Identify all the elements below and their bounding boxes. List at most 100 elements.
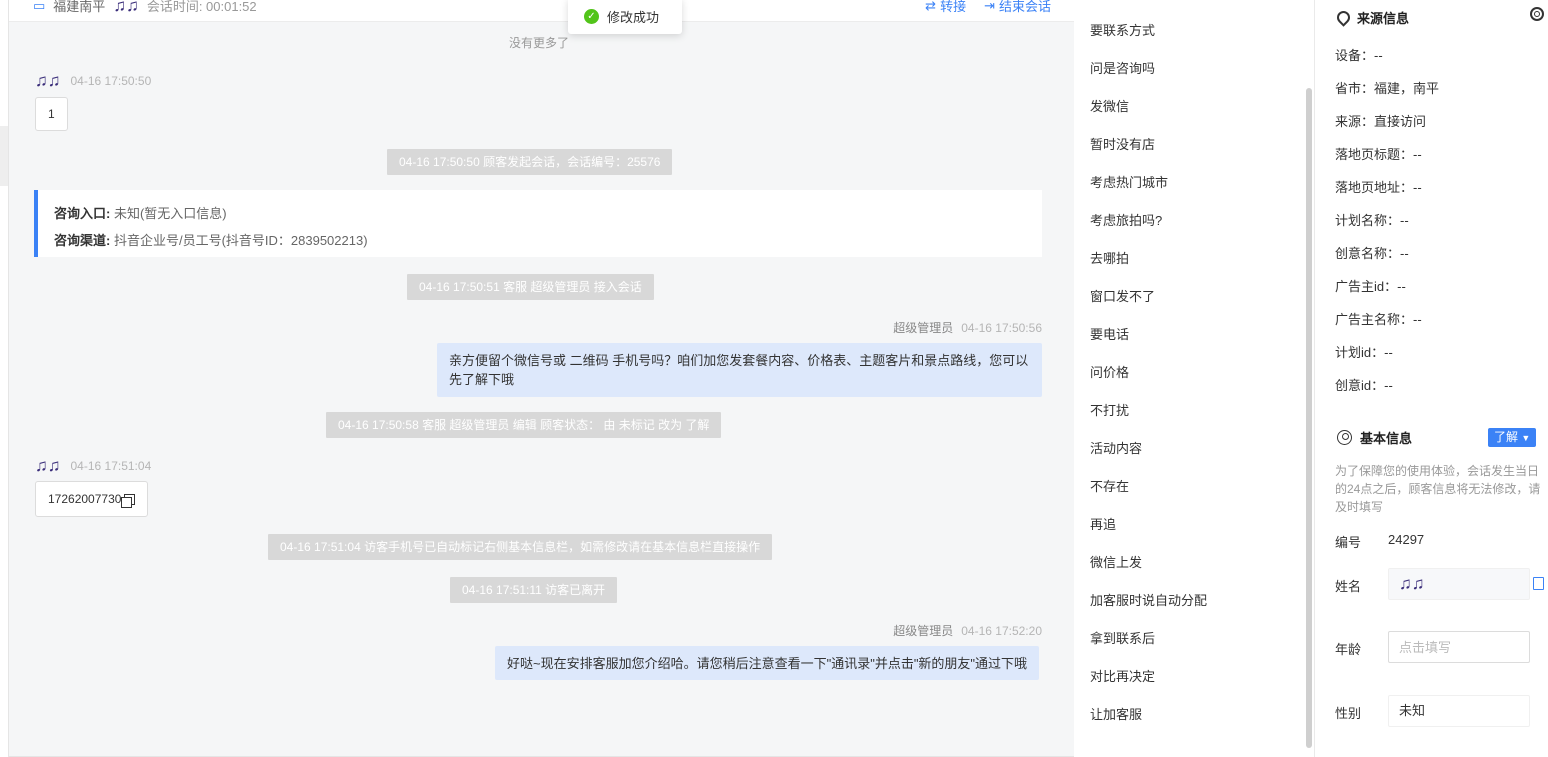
quick-phrase-item[interactable]: 发微信: [1090, 88, 1207, 126]
chat-header: ▭ 福建南平 ♫♫ 会话时间: 00:01:52 ⇄ 转接 ⇥ 结束会话: [9, 0, 1074, 22]
basic-info-header: 基本信息: [1337, 428, 1412, 447]
quick-phrase-item[interactable]: 要联系方式: [1090, 12, 1207, 50]
basic-info-title: 基本信息: [1360, 431, 1413, 446]
agent-message-bubble: 好哒~现在安排客服加您介绍哈。请您稍后注意查看一下"通讯录"并点击"新的朋友"通…: [495, 646, 1040, 680]
edit-deadline-note: 为了保障您的使用体验，会话发生当日的24点之后，顾客信息将无法修改，请及时填写: [1335, 464, 1541, 514]
quick-phrase-item[interactable]: 问价格: [1090, 354, 1207, 392]
monitor-icon: ▭: [33, 0, 46, 13]
quick-phrase-item[interactable]: 问是咨询吗: [1090, 50, 1207, 88]
left-edge-strip: [0, 126, 8, 186]
chat-header-actions: ⇄ 转接 ⇥ 结束会话: [925, 0, 1051, 15]
no-more-hint: 没有更多了: [508, 36, 569, 50]
quick-phrase-item[interactable]: 拿到联系后: [1090, 620, 1207, 658]
system-message: 04-16 17:51:04 访客手机号已自动标记右侧基本信息栏，如需修改请在基…: [268, 534, 773, 560]
client-message-bubble: 1: [35, 97, 68, 131]
quick-phrase-item[interactable]: 再追: [1090, 506, 1207, 544]
source-info-row: 落地页标题：--: [1335, 147, 1422, 162]
source-info-row: 设备：--: [1335, 48, 1383, 63]
source-info-row: 来源：直接访问: [1335, 114, 1427, 129]
agent-message-bubble: 亲方便留个微信号或 二维码 手机号吗？咱们加您发套餐内容、价格表、主题客片和景点…: [437, 343, 1042, 397]
agent-name: 超级管理员: [893, 321, 954, 335]
gender-label: 性别: [1335, 706, 1362, 721]
end-session-button[interactable]: ⇥ 结束会话: [984, 0, 1051, 15]
source-info-row: 创意名称：--: [1335, 246, 1409, 261]
quick-phrase-item[interactable]: 考虑热门城市: [1090, 164, 1207, 202]
chat-header-info: ▭ 福建南平 ♫♫ 会话时间: 00:01:52: [33, 0, 257, 15]
customer-status-dropdown[interactable]: 了解 ▼: [1488, 428, 1537, 447]
source-info-row: 计划名称：--: [1335, 213, 1409, 228]
gender-select[interactable]: 未知: [1388, 695, 1530, 727]
consult-channel-label: 咨询渠道:: [54, 233, 111, 248]
visitor-avatar-icon: ♫♫: [35, 456, 61, 475]
quick-phrase-item[interactable]: 窗口发不了: [1090, 278, 1207, 316]
id-value: 24297: [1388, 532, 1425, 547]
consult-entry-value: 未知(暂无入口信息): [113, 206, 227, 221]
success-toast: ✓ 修改成功: [568, 0, 682, 34]
name-label: 姓名: [1335, 579, 1362, 594]
toast-text: 修改成功: [607, 9, 660, 25]
visitor-avatar-icon: ♫♫: [1399, 574, 1425, 593]
source-info-row: 计划id：--: [1335, 345, 1393, 360]
quick-phrase-item[interactable]: 要电话: [1090, 316, 1207, 354]
consult-channel-row: 咨询渠道: 抖音企业号/员工号(抖音号ID：2839502213): [54, 227, 1026, 254]
visitor-avatar-icon: ♫♫: [35, 71, 61, 90]
quick-phrase-item[interactable]: 不存在: [1090, 468, 1207, 506]
settings-gear-icon[interactable]: [1530, 7, 1544, 21]
quick-phrase-item[interactable]: 对比再决定: [1090, 658, 1207, 696]
chat-panel: ▭ 福建南平 ♫♫ 会话时间: 00:01:52 ⇄ 转接 ⇥ 结束会话 没有更多了…: [8, 0, 1074, 757]
agent-name: 超级管理员: [893, 624, 954, 638]
consult-entry-label: 咨询入口:: [54, 206, 111, 221]
agent-message-header: 超级管理员 04-16 17:50:56: [893, 319, 1042, 336]
app-root: ▭ 福建南平 ♫♫ 会话时间: 00:01:52 ⇄ 转接 ⇥ 结束会话 没有更多了…: [0, 0, 1548, 757]
location-pin-icon: [1337, 11, 1349, 25]
message-time: 04-16 17:51:04: [70, 458, 152, 473]
transfer-label: 转接: [940, 0, 967, 14]
system-message: 04-16 17:50:58 客服 超级管理员 编辑 顾客状态： 由 未标记 改…: [326, 412, 722, 438]
source-info-row: 创意id：--: [1335, 378, 1393, 393]
consult-info-card: 咨询入口: 未知(暂无入口信息) 咨询渠道: 抖音企业号/员工号(抖音号ID：2…: [34, 190, 1042, 257]
age-label: 年龄: [1335, 642, 1362, 657]
session-timer: 会话时间: 00:01:52: [146, 0, 257, 14]
edit-icon[interactable]: [1533, 577, 1544, 590]
caret-down-icon: ▼: [1521, 433, 1531, 443]
age-field[interactable]: [1388, 631, 1530, 663]
end-session-label: 结束会话: [998, 0, 1051, 14]
quick-phrase-item[interactable]: 暂时没有店: [1090, 126, 1207, 164]
source-info-row: 省市：福建，南平: [1335, 81, 1440, 96]
quick-phrase-item[interactable]: 微信上发: [1090, 544, 1207, 582]
quick-phrase-item[interactable]: 不打扰: [1090, 392, 1207, 430]
visitor-location: 福建南平: [53, 0, 106, 14]
consult-channel-value: 抖音企业号/员工号(抖音号ID：2839502213): [113, 233, 368, 248]
gender-value: 未知: [1399, 703, 1426, 718]
message-text: 1: [48, 107, 55, 121]
exit-icon: ⇥: [984, 0, 995, 13]
quick-phrase-panel: 要联系方式 问是咨询吗 发微信 暂时没有店 考虑热门城市 考虑旅拍吗? 去哪拍 窗口发不了 要电…: [1074, 0, 1314, 757]
source-info-row: 广告主名称：--: [1335, 312, 1422, 327]
visitor-avatar-icon: ♫♫: [113, 0, 139, 15]
copy-icon[interactable]: [121, 493, 136, 508]
quick-phrase-item[interactable]: 活动内容: [1090, 430, 1207, 468]
consult-entry-row: 咨询入口: 未知(暂无入口信息): [54, 200, 1026, 227]
quick-phrase-list: 要联系方式 问是咨询吗 发微信 暂时没有店 考虑热门城市 考虑旅拍吗? 去哪拍 窗口发不了 要电…: [1090, 12, 1207, 734]
transfer-button[interactable]: ⇄ 转接: [925, 0, 966, 15]
name-field[interactable]: ♫♫: [1388, 568, 1530, 600]
message-text: 17262007730: [48, 492, 122, 506]
customer-status-value: 了解: [1494, 430, 1519, 444]
system-message: 04-16 17:51:11 访客已离开: [450, 577, 618, 603]
message-time: 04-16 17:50:50: [70, 73, 152, 88]
user-circle-icon: [1337, 430, 1352, 445]
quick-phrase-item[interactable]: 让加客服: [1090, 696, 1207, 734]
id-label: 编号: [1335, 535, 1362, 550]
source-info-row: 广告主id：--: [1335, 279, 1406, 294]
phrase-scrollbar[interactable]: [1306, 88, 1312, 748]
quick-phrase-item[interactable]: 加客服时说自动分配: [1090, 582, 1207, 620]
customer-info-panel: 来源信息 设备：-- 省市：福建，南平 来源：直接访问 落地页标题：-- 落地页地址：-…: [1314, 0, 1548, 757]
check-circle-icon: ✓: [584, 8, 599, 24]
system-message: 04-16 17:50:51 客服 超级管理员 接入会话: [407, 274, 654, 300]
client-message-bubble: 17262007730: [35, 481, 149, 517]
transfer-icon: ⇄: [925, 0, 937, 13]
message-time: 04-16 17:52:20: [961, 623, 1042, 638]
source-info-header: 来源信息: [1337, 8, 1409, 27]
quick-phrase-item[interactable]: 考虑旅拍吗?: [1090, 202, 1207, 240]
quick-phrase-item[interactable]: 去哪拍: [1090, 240, 1207, 278]
